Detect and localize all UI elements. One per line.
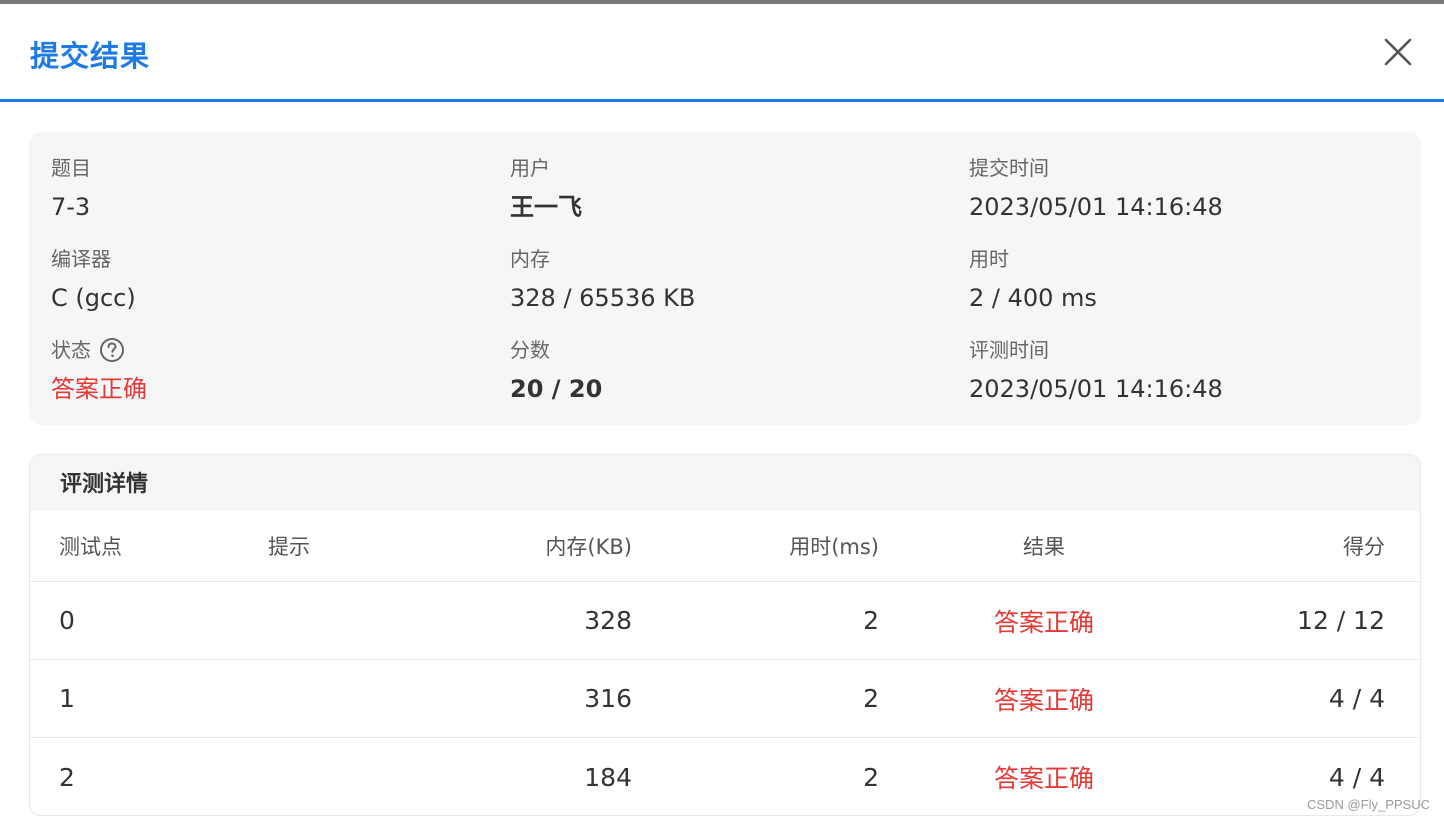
problem-value[interactable]: 7-3 <box>51 189 91 225</box>
time-used-value: 2 / 400 ms <box>969 284 1097 312</box>
case-cell: 1 <box>59 684 75 713</box>
score-label: 分数 <box>510 338 550 362</box>
status-field: 状态 答案正确 <box>51 335 147 407</box>
status-label: 状态 <box>51 338 91 362</box>
submit-time-field: 提交时间 2023/05/01 14:16:48 <box>969 153 1223 225</box>
time-cell: 2 <box>863 606 879 635</box>
judge-time-value: 2023/05/01 14:16:48 <box>969 375 1223 403</box>
time-used-field: 用时 2 / 400 ms <box>969 244 1097 316</box>
case-cell: 0 <box>59 606 75 635</box>
memory-label: 内存 <box>510 247 550 271</box>
time-cell: 2 <box>863 762 879 792</box>
compiler-field: 编译器 C (gcc) <box>51 244 136 316</box>
column-header-case: 测试点 <box>59 535 122 559</box>
question-circle-icon[interactable] <box>99 337 125 363</box>
score-cell: 12 / 12 <box>1297 606 1385 635</box>
table-header-row: 测试点 提示 内存(KB) 用时(ms) 结果 得分 <box>30 511 1420 582</box>
table-row: 0 328 2 答案正确 12 / 12 <box>30 582 1420 660</box>
result-cell: 答案正确 <box>993 764 1094 793</box>
submit-time-label: 提交时间 <box>969 156 1049 180</box>
user-label: 用户 <box>510 156 550 180</box>
status-value: 答案正确 <box>51 375 147 403</box>
dialog-header: 提交结果 <box>0 4 1444 102</box>
column-header-time: 用时(ms) <box>789 535 879 559</box>
time-cell: 2 <box>863 684 879 713</box>
close-icon <box>1384 38 1412 66</box>
problem-label: 题目 <box>51 156 91 180</box>
judge-details-card: 评测详情 测试点 提示 内存(KB) 用时(ms) 结果 得分 0 328 2 … <box>29 454 1421 816</box>
memory-cell: 328 <box>584 606 632 635</box>
memory-field: 内存 328 / 65536 KB <box>510 244 695 316</box>
close-button[interactable] <box>1382 36 1414 68</box>
case-cell: 2 <box>59 762 75 792</box>
submission-summary: 题目 7-3 编译器 C (gcc) 状态 答案正确 用户 王一飞 内存 328… <box>29 132 1421 425</box>
memory-cell: 316 <box>584 684 632 713</box>
table-row: 2 184 2 答案正确 4 / 4 <box>30 738 1420 815</box>
table-row: 1 316 2 答案正确 4 / 4 <box>30 660 1420 738</box>
user-value[interactable]: 王一飞 <box>510 189 582 225</box>
memory-cell: 184 <box>584 762 632 792</box>
user-field: 用户 王一飞 <box>510 153 582 225</box>
submit-time-value: 2023/05/01 14:16:48 <box>969 193 1223 221</box>
score-cell: 4 / 4 <box>1328 684 1385 713</box>
problem-field: 题目 7-3 <box>51 153 91 225</box>
status-label-row: 状态 <box>51 335 147 365</box>
dialog-title: 提交结果 <box>30 39 151 73</box>
score-field: 分数 20 / 20 <box>510 335 602 407</box>
judge-time-label: 评测时间 <box>969 338 1049 362</box>
compiler-value: C (gcc) <box>51 284 136 312</box>
judge-time-field: 评测时间 2023/05/01 14:16:48 <box>969 335 1223 407</box>
time-used-label: 用时 <box>969 247 1009 271</box>
column-header-score: 得分 <box>1343 535 1385 559</box>
result-cell: 答案正确 <box>993 607 1094 637</box>
compiler-label: 编译器 <box>51 247 111 271</box>
judge-details-title: 评测详情 <box>30 455 1420 511</box>
column-header-hint: 提示 <box>268 535 310 559</box>
submission-result-page: 提交结果 题目 7-3 编译器 C (gcc) 状态 答案正确 用户 王一飞 内… <box>0 0 1444 822</box>
column-header-memory: 内存(KB) <box>545 535 632 559</box>
memory-value: 328 / 65536 KB <box>510 284 696 312</box>
watermark: CSDN @Fly_PPSUC <box>1307 797 1430 812</box>
result-cell: 答案正确 <box>993 685 1094 715</box>
column-header-result: 结果 <box>1023 535 1065 559</box>
score-value: 20 / 20 <box>510 375 603 403</box>
